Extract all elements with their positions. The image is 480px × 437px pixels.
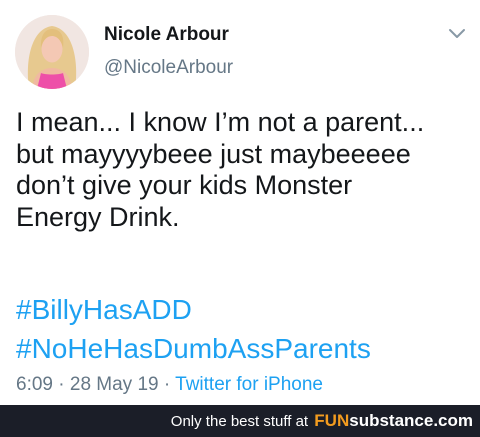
hashtag-link[interactable]: #BillyHasADD <box>16 290 471 329</box>
brand-logo-substance: substance.com <box>349 411 473 430</box>
brand-logo[interactable]: FUNsubstance.com <box>314 411 473 430</box>
profile-photo <box>15 15 89 89</box>
tweet-text-line: I mean... I know I’m not a parent... <box>16 107 425 137</box>
tweet-meta: 6:09 · 28 May 19 · Twitter for iPhone <box>16 374 323 396</box>
avatar[interactable] <box>15 15 89 89</box>
tweet-card: Nicole Arbour @NicoleArbour I mean... I … <box>0 0 480 405</box>
watermark-footer: Only the best stuff at FUNsubstance.com <box>0 405 480 437</box>
tweet-text: I mean... I know I’m not a parent... but… <box>16 107 471 233</box>
hashtag-list: #BillyHasADD #NoHeHasDumbAssParents <box>16 290 471 368</box>
footer-text: Only the best stuff at FUNsubstance.com <box>171 411 473 432</box>
tweet-date[interactable]: 28 May 19 <box>70 374 159 395</box>
hashtag-link[interactable]: #NoHeHasDumbAssParents <box>16 329 471 368</box>
meta-separator: · <box>158 374 176 395</box>
author-handle[interactable]: @NicoleArbour <box>104 57 233 79</box>
tweet-text-line: Energy Drink. <box>16 201 180 232</box>
author-name[interactable]: Nicole Arbour <box>104 24 229 46</box>
meta-separator: · <box>52 374 70 395</box>
chevron-down-icon[interactable] <box>446 25 468 41</box>
tweet-time[interactable]: 6:09 <box>16 374 53 395</box>
tweet-text-line: but mayyyybeee just maybeeeee <box>16 138 411 169</box>
brand-logo-fun: FUN <box>314 411 350 430</box>
tweet-text-line: don’t give your kids Monster <box>16 170 353 200</box>
footer-tagline: Only the best stuff at <box>170 413 309 430</box>
tweet-source-link[interactable]: Twitter for iPhone <box>175 374 323 395</box>
